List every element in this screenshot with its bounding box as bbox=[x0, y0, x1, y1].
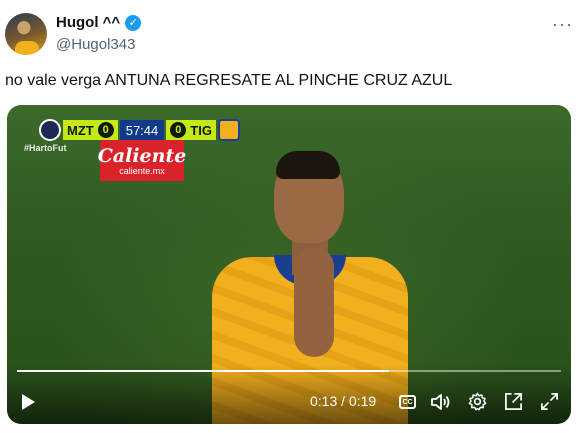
sponsor-url: caliente.mx bbox=[119, 165, 165, 176]
match-clock: 57:44 bbox=[119, 120, 165, 140]
verified-badge-icon: ✓ bbox=[125, 14, 142, 31]
mazatlan-logo-icon bbox=[39, 119, 61, 141]
home-team: MZT bbox=[67, 122, 94, 138]
more-options-icon[interactable]: ··· bbox=[552, 14, 573, 35]
pop-out-icon[interactable] bbox=[504, 392, 523, 411]
away-team: TIG bbox=[190, 122, 212, 138]
handle[interactable]: @Hugol343 bbox=[56, 36, 135, 53]
video-player[interactable]: MZT 0 57:44 0 TIG #HartoFut Caliente cal… bbox=[7, 105, 571, 424]
play-icon[interactable] bbox=[20, 393, 36, 411]
progress-fill bbox=[17, 370, 390, 372]
tigres-logo-icon bbox=[217, 119, 240, 141]
away-score: 0 bbox=[170, 122, 187, 138]
author-row: Hugol ^^ ✓ bbox=[56, 14, 142, 31]
progress-bar[interactable] bbox=[17, 370, 561, 372]
sponsor-logo: Caliente caliente.mx bbox=[97, 140, 187, 181]
display-name[interactable]: Hugol ^^ bbox=[56, 14, 120, 31]
volume-icon[interactable] bbox=[431, 393, 451, 411]
avatar[interactable] bbox=[5, 13, 47, 55]
time-display: 0:13 / 0:19 bbox=[310, 393, 377, 409]
scorebug: MZT 0 57:44 0 TIG bbox=[39, 119, 240, 141]
tweet-text: no vale verga ANTUNA REGRESATE AL PINCHE… bbox=[5, 72, 453, 89]
fullscreen-icon[interactable] bbox=[540, 392, 559, 411]
hashtag-watermark: #HartoFut bbox=[24, 143, 67, 153]
sponsor-name: Caliente bbox=[97, 144, 187, 167]
settings-gear-icon[interactable] bbox=[468, 392, 487, 411]
home-score: 0 bbox=[97, 122, 114, 138]
captions-icon[interactable]: CC bbox=[399, 395, 416, 409]
